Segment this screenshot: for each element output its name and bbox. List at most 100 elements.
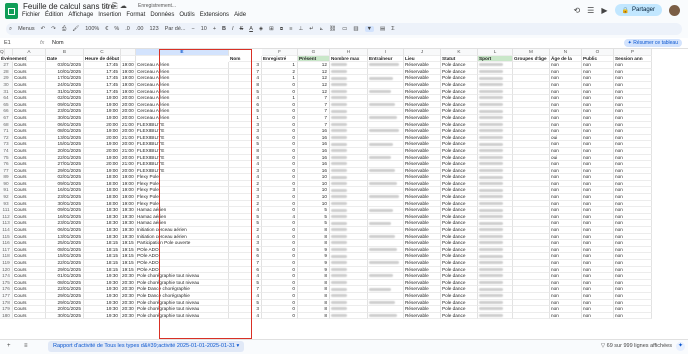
cell-nom[interactable]: Cerceau Aérien	[136, 81, 229, 89]
cell-sport[interactable]: Pole dance	[441, 180, 478, 188]
cell-status[interactable]: Réservable	[404, 273, 441, 280]
cell-location[interactable]	[368, 266, 404, 274]
cell-age[interactable]	[513, 62, 550, 69]
cell-coach[interactable]	[330, 134, 368, 142]
cell-date[interactable]: 20/01/2025	[46, 147, 84, 155]
cell-coach[interactable]	[330, 62, 368, 69]
cell-event[interactable]: non	[614, 187, 652, 195]
cell-session[interactable]: non	[582, 246, 614, 254]
cell-date[interactable]: 09/01/2025	[46, 207, 84, 214]
cell-session[interactable]: non	[582, 128, 614, 135]
cell-present[interactable]: 0	[262, 174, 298, 181]
column-header[interactable]: H	[330, 49, 368, 56]
cell-end[interactable]: 19:15	[121, 240, 136, 247]
cell-date[interactable]: 15/01/2025	[46, 141, 84, 148]
cell-type[interactable]: Cours	[13, 246, 46, 254]
cell-event[interactable]: non	[614, 312, 652, 320]
currency-button[interactable]: €	[105, 26, 108, 32]
cell-age-groups[interactable]	[478, 246, 513, 254]
cell-max[interactable]: 5	[298, 220, 330, 228]
cell-session[interactable]: non	[582, 233, 614, 241]
cell-start[interactable]: 18:30	[84, 213, 121, 221]
cell-start[interactable]: 19:30	[84, 299, 121, 307]
cell-event[interactable]: non	[614, 75, 652, 82]
cell-start[interactable]: 18:00	[84, 194, 121, 201]
cell-type[interactable]: Cours	[13, 154, 46, 162]
cell-present[interactable]: 0	[262, 141, 298, 148]
cell-public[interactable]: non	[550, 207, 582, 214]
cell-location[interactable]	[368, 260, 404, 267]
cell-location[interactable]	[368, 207, 404, 214]
cell-status[interactable]: Réservable	[404, 213, 441, 221]
cell-start[interactable]: 20:00	[84, 147, 121, 155]
cell-start[interactable]: 19:00	[84, 114, 121, 122]
cell-status[interactable]: Réservable	[404, 292, 441, 300]
cell-session[interactable]: non	[582, 273, 614, 280]
cell-registered[interactable]: 6	[229, 253, 262, 260]
cell-start[interactable]: 20:00	[84, 161, 121, 168]
cell-present[interactable]: 0	[262, 101, 298, 109]
cell-sport[interactable]: Pole dance	[441, 147, 478, 155]
cell-age[interactable]	[513, 180, 550, 188]
cell-max[interactable]: 16	[298, 141, 330, 148]
align-icon[interactable]: ≡	[289, 26, 292, 32]
cell-public[interactable]: non	[550, 240, 582, 247]
cell-public[interactable]: oui	[550, 154, 582, 162]
cell-age-groups[interactable]	[478, 108, 513, 115]
cell-coach[interactable]	[330, 161, 368, 168]
cell-location[interactable]	[368, 154, 404, 162]
cell-nom[interactable]: Cerceau Aérien	[136, 95, 229, 102]
cell-age[interactable]	[513, 220, 550, 228]
header-cell[interactable]: Présent	[298, 55, 330, 63]
cell-public[interactable]: non	[550, 128, 582, 135]
cell-event[interactable]: non	[614, 194, 652, 201]
cell-present[interactable]: 0	[262, 81, 298, 89]
cell-date[interactable]: 29/01/2025	[46, 299, 84, 307]
decimal-increase-icon[interactable]: .00	[136, 26, 144, 32]
cell-nom[interactable]: FLEXIBILITE	[136, 134, 229, 142]
cell-sport[interactable]: Pole dance	[441, 121, 478, 129]
row-number[interactable]: 65	[0, 101, 13, 109]
cell-start[interactable]: 19:00	[84, 128, 121, 135]
cell-present[interactable]: 0	[262, 88, 298, 96]
header-cell[interactable]: Session ann	[614, 55, 652, 63]
cell-end[interactable]: 21:00	[121, 134, 136, 142]
cell-registered[interactable]: 7	[229, 68, 262, 76]
cell-age-groups[interactable]	[478, 88, 513, 96]
cell-date[interactable]: 02/01/2025	[46, 95, 84, 102]
cell-location[interactable]	[368, 200, 404, 208]
cell-age-groups[interactable]	[478, 187, 513, 195]
cell-sport[interactable]: Pole dance	[441, 174, 478, 181]
cell-status[interactable]: Réservable	[404, 233, 441, 241]
menu-item[interactable]: Outils	[179, 12, 194, 18]
video-call-icon[interactable]: ▶	[601, 6, 607, 15]
cell-location[interactable]	[368, 194, 404, 201]
cell-date[interactable]: 16/01/2025	[46, 187, 84, 195]
cell-sport[interactable]: Pole dance	[441, 167, 478, 175]
cell-location[interactable]	[368, 246, 404, 254]
cell-event[interactable]: non	[614, 292, 652, 300]
cell-age[interactable]	[513, 174, 550, 181]
cell-date[interactable]: 06/01/2025	[46, 227, 84, 234]
cell-date[interactable]: 24/01/2025	[46, 81, 84, 89]
cell-nom[interactable]: POle ADO	[136, 266, 229, 274]
cell-sport[interactable]: Pole dance	[441, 187, 478, 195]
cell-max[interactable]: 7	[298, 114, 330, 122]
cell-age-groups[interactable]	[478, 167, 513, 175]
cell-end[interactable]: 20:00	[121, 154, 136, 162]
cell-sport[interactable]: Pole dance	[441, 240, 478, 247]
search-icon[interactable]: ⌕	[9, 26, 12, 33]
cell-end[interactable]: 20:30	[121, 292, 136, 300]
cell-age[interactable]	[513, 299, 550, 307]
cell-location[interactable]	[368, 286, 404, 293]
cell-event[interactable]: non	[614, 299, 652, 307]
cell-public[interactable]: non	[550, 101, 582, 109]
merge-icon[interactable]: ⧈	[280, 26, 284, 33]
row-number[interactable]: 175	[0, 279, 13, 287]
cell-age[interactable]	[513, 292, 550, 300]
cell-nom[interactable]: Pole chorégraphie tout niveau	[136, 306, 229, 313]
cell-max[interactable]: 10	[298, 200, 330, 208]
cell-type[interactable]: Cours	[13, 286, 46, 293]
cell-location[interactable]	[368, 227, 404, 234]
cell-sport[interactable]: Pole dance	[441, 161, 478, 168]
